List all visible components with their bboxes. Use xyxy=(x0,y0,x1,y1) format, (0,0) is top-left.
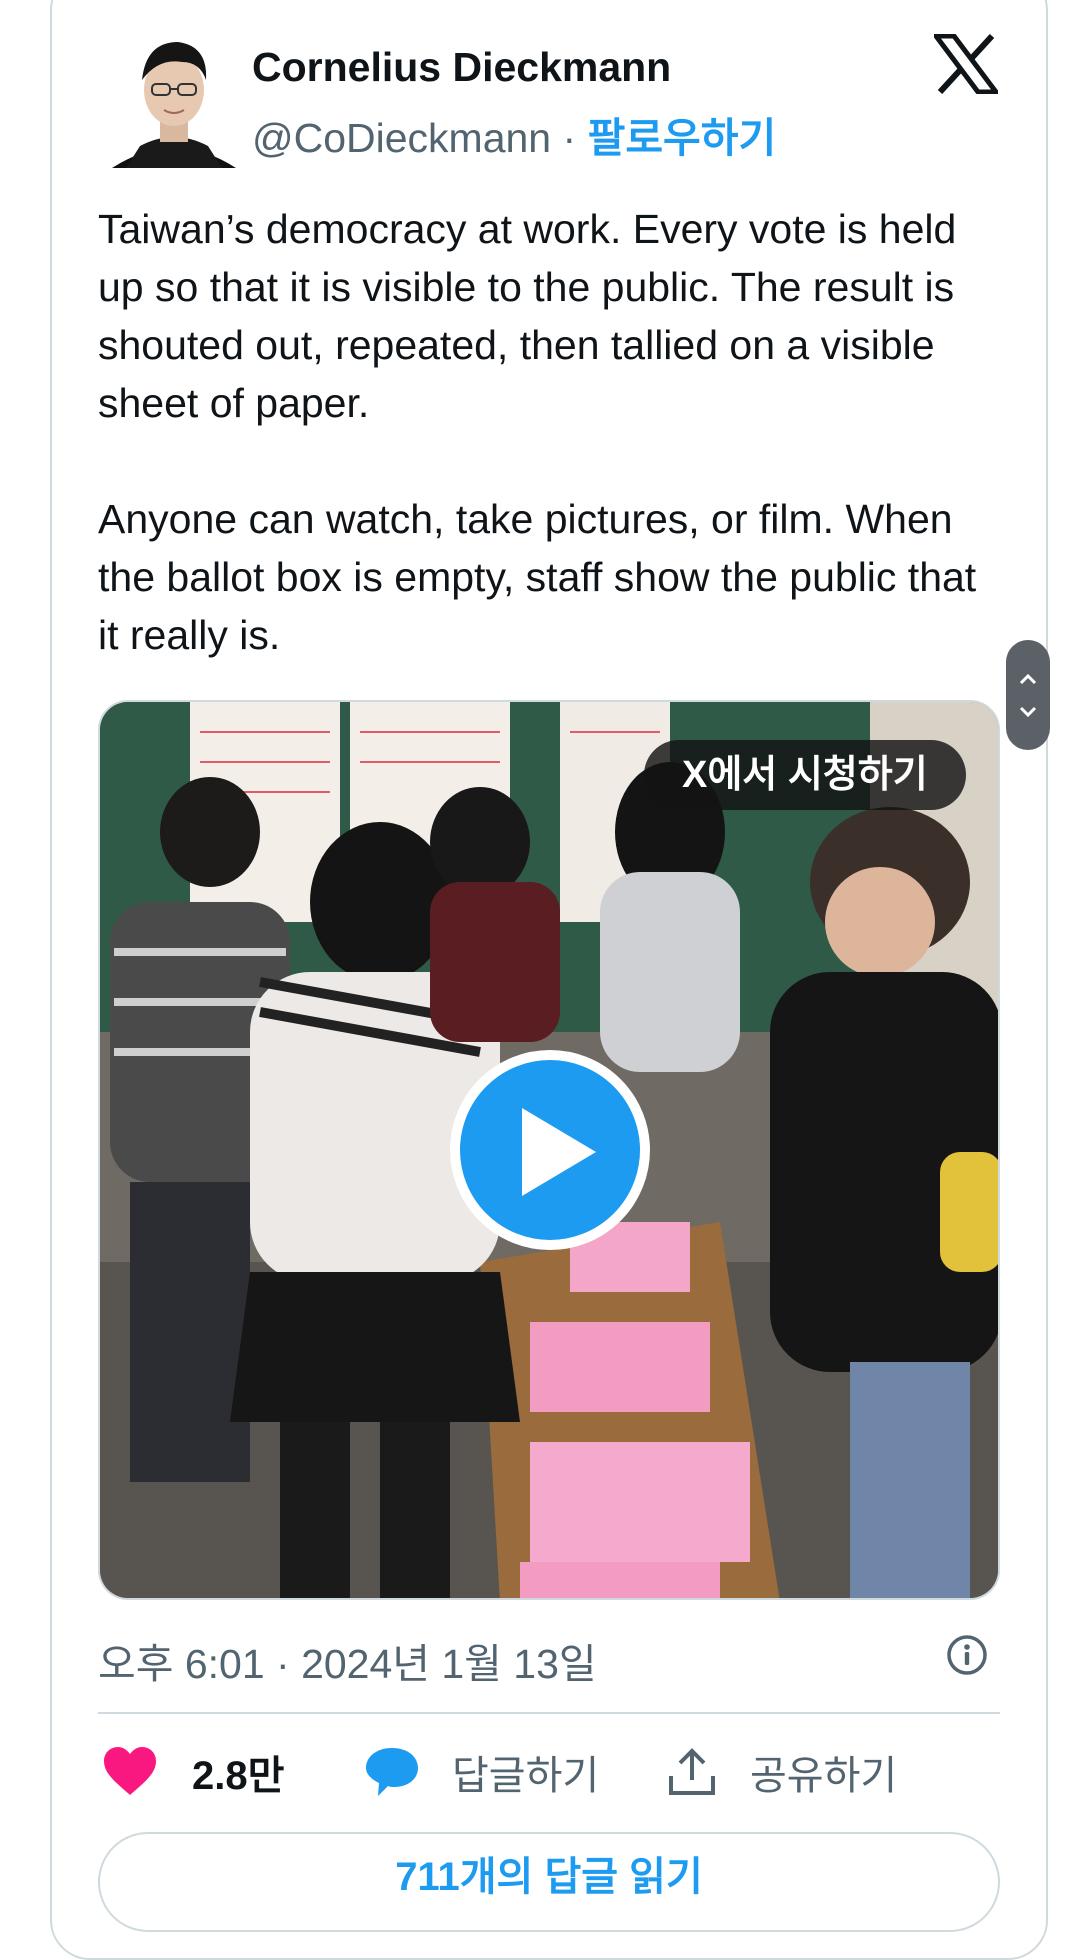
play-icon xyxy=(522,1108,596,1196)
share-label: 공유하기 xyxy=(750,1754,898,1798)
author-name[interactable]: Cornelius Dieckmann xyxy=(252,44,671,91)
handle-separator: · xyxy=(562,115,577,161)
read-replies-button[interactable]: 711개의 답글 읽기 xyxy=(98,1832,1000,1932)
tweet-paragraph: Taiwan’s democracy at work. Every vote i… xyxy=(98,206,957,426)
reply-button[interactable]: 답글하기 xyxy=(364,1742,599,1802)
reply-bubble-icon xyxy=(366,1748,418,1796)
author-handle-row: @CoDieckmann · 팔로우하기 xyxy=(252,104,776,164)
play-button[interactable] xyxy=(450,1050,650,1250)
video-player[interactable]: X에서 시청하기 xyxy=(98,700,1000,1600)
heart-icon xyxy=(104,1747,156,1795)
divider xyxy=(98,1712,1000,1714)
share-button[interactable]: 공유하기 xyxy=(666,1742,897,1802)
like-button[interactable]: 2.8만 xyxy=(102,1742,284,1802)
author-avatar[interactable] xyxy=(112,28,236,168)
tweet-paragraph: Anyone can watch, take pictures, or film… xyxy=(98,496,977,658)
like-count: 2.8만 xyxy=(192,1754,285,1798)
x-logo-icon[interactable] xyxy=(931,33,1001,95)
follow-link[interactable]: 팔로우하기 xyxy=(588,115,777,161)
scroll-buttons[interactable] xyxy=(1006,640,1050,750)
info-icon[interactable] xyxy=(946,1634,988,1676)
chevron-down-icon xyxy=(1019,706,1037,718)
chevron-up-icon xyxy=(1019,673,1037,685)
watch-on-x-button[interactable]: X에서 시청하기 xyxy=(644,740,966,810)
tweet-timestamp[interactable]: 오후 6:01 · 2024년 1월 13일 xyxy=(98,1630,597,1690)
tweet-text: Taiwan’s democracy at work. Every vote i… xyxy=(98,200,998,664)
share-icon xyxy=(669,1748,715,1795)
reply-label: 답글하기 xyxy=(452,1754,600,1798)
author-handle[interactable]: @CoDieckmann xyxy=(252,115,551,161)
